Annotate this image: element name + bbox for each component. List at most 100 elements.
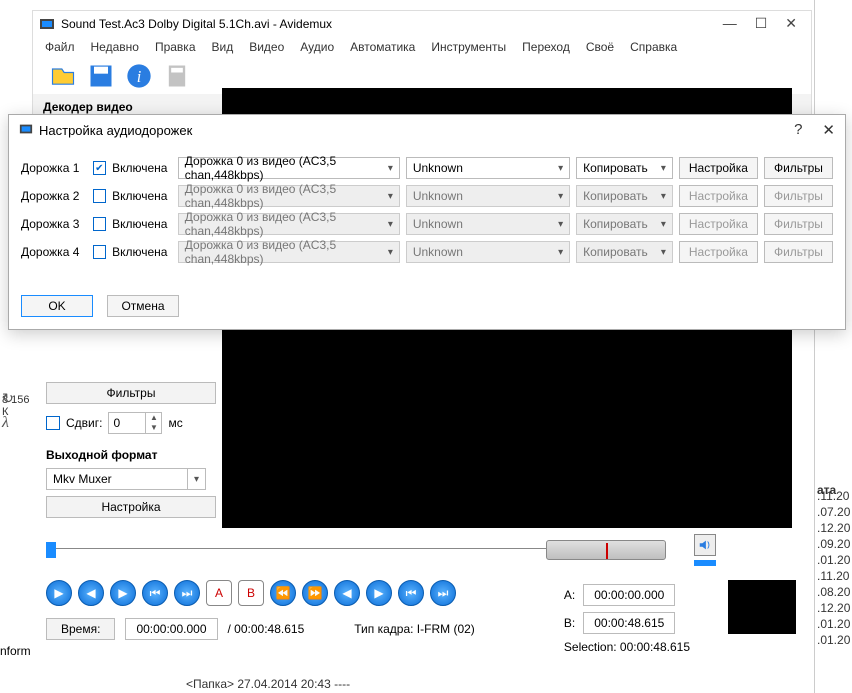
track-codec-select[interactable]: Копировать▾ [576,241,673,263]
chevron-down-icon: ▾ [558,191,563,202]
window-controls: — ☐ ✕ [723,15,805,32]
a-value[interactable]: 00:00:00.000 [583,584,675,606]
dialog-buttons: OK Отмена [9,283,845,329]
time-value[interactable]: 00:00:00.000 [125,618,217,640]
calc-icon[interactable] [163,62,191,90]
track-enabled-checkbox[interactable] [93,189,107,203]
ok-button[interactable]: OK [21,295,93,317]
track-language-select[interactable]: Unknown▾ [406,185,570,207]
track-enabled-checkbox[interactable] [93,245,107,259]
thumbnail-preview [728,580,796,634]
info-icon[interactable]: i [125,62,153,90]
set-b-button[interactable]: B [238,580,264,606]
filters-button[interactable]: Фильтры [46,382,216,404]
next-keyframe-button[interactable]: ⏭ [174,580,200,606]
lambda-icon: λ [2,414,9,432]
menu-edit[interactable]: Правка [155,40,196,54]
dialog-help-button[interactable]: ? [794,121,802,139]
configure-button[interactable]: Настройка [46,496,216,518]
menu-video[interactable]: Видео [249,40,284,54]
timeline[interactable] [46,540,806,558]
b-value[interactable]: 00:00:48.615 [583,612,675,634]
track-codec-select[interactable]: Копировать▾ [576,213,673,235]
chevron-down-icon: ▾ [558,219,563,230]
spin-up-icon[interactable]: ▲ [146,413,161,423]
shift-checkbox[interactable] [46,416,60,430]
menu-recent[interactable]: Недавно [91,40,139,54]
jog-wheel[interactable] [546,540,666,560]
shift-label: Сдвиг: [66,416,102,430]
track-configure-button: Настройка [679,241,758,263]
chevron-down-icon: ▾ [388,163,393,174]
prev-keyframe-button[interactable]: ⏮ [142,580,168,606]
open-icon[interactable] [49,62,77,90]
shift-unit: мс [168,416,182,430]
app-icon [39,16,55,32]
track-filters-button: Фильтры [764,241,833,263]
muxer-select[interactable]: Mkv Muxer ▾ [46,468,206,490]
dialog-title: Настройка аудиодорожек [39,123,794,138]
track-filters-button[interactable]: Фильтры [764,157,833,179]
last-frame-button[interactable]: ⏭ [430,580,456,606]
track-enabled-checkbox[interactable] [93,217,107,231]
next-frame-button[interactable]: ▶ [110,580,136,606]
track-configure-button: Настройка [679,213,758,235]
play-button[interactable]: ▶ [46,580,72,606]
time-button[interactable]: Время: [46,618,115,640]
track-codec-select[interactable]: Копировать▾ [576,157,673,179]
menu-view[interactable]: Вид [212,40,234,54]
cancel-button[interactable]: Отмена [107,295,179,317]
track-language-select[interactable]: Unknown▾ [406,241,570,263]
save-icon[interactable] [87,62,115,90]
track-codec-select[interactable]: Копировать▾ [576,185,673,207]
date-item: .08.20 [815,584,852,600]
track-language-select[interactable]: Unknown▾ [406,157,570,179]
a-label: A: [564,588,575,602]
track-source-select[interactable]: Дорожка 0 из видео (AC3,5 chan,448kbps)▾ [178,185,400,207]
first-frame-button[interactable]: ⏮ [398,580,424,606]
goto-b-button[interactable]: ⏩ [302,580,328,606]
chevron-down-icon: ▾ [661,247,666,258]
volume-slider[interactable] [694,560,716,566]
menu-file[interactable]: Файл [45,40,75,54]
next-black-button[interactable]: ▶ [366,580,392,606]
track-language-select[interactable]: Unknown▾ [406,213,570,235]
audio-tracks-dialog: Настройка аудиодорожек ? ✕ Дорожка 1 Вкл… [8,114,846,330]
menu-go[interactable]: Переход [522,40,570,54]
muxer-value: Mkv Muxer [53,472,112,486]
prev-black-button[interactable]: ◀ [334,580,360,606]
track-configure-button[interactable]: Настройка [679,157,758,179]
chevron-down-icon: ▾ [661,191,666,202]
track-label: Дорожка 1 [21,161,87,175]
track-row-3: Дорожка 3 Включена Дорожка 0 из видео (A… [21,213,833,235]
track-enabled-checkbox[interactable] [93,161,107,175]
maximize-button[interactable]: ☐ [755,15,768,32]
track-source-select[interactable]: Дорожка 0 из видео (AC3,5 chan,448kbps)▾ [178,157,400,179]
track-source-select[interactable]: Дорожка 0 из видео (AC3,5 chan,448kbps)▾ [178,213,400,235]
date-item: .12.20 [815,600,852,616]
spin-down-icon[interactable]: ▼ [146,423,161,433]
menu-tools[interactable]: Инструменты [431,40,506,54]
dialog-close-button[interactable]: ✕ [822,121,835,139]
timeline-cursor[interactable] [46,542,56,558]
set-a-button[interactable]: A [206,580,232,606]
titlebar: Sound Test.Ac3 Dolby Digital 5.1Ch.avi -… [33,11,811,36]
output-format-label: Выходной формат [46,448,216,462]
right-column: ата .11.20 .07.20 .12.20 .09.20 .01.20 .… [814,0,852,693]
date-item: .01.20 [815,552,852,568]
track-source-select[interactable]: Дорожка 0 из видео (AC3,5 chan,448kbps)▾ [178,241,400,263]
prev-frame-button[interactable]: ◀ [78,580,104,606]
minimize-button[interactable]: — [723,15,737,32]
duration-label: / 00:00:48.615 [228,622,305,636]
goto-a-button[interactable]: ⏪ [270,580,296,606]
menu-help[interactable]: Справка [630,40,677,54]
chevron-down-icon: ▾ [388,191,393,202]
speaker-icon[interactable] [694,534,716,556]
window-title: Sound Test.Ac3 Dolby Digital 5.1Ch.avi -… [61,17,723,31]
refresh-icon[interactable]: ↻ [2,390,14,407]
menu-audio[interactable]: Аудио [300,40,334,54]
menu-custom[interactable]: Своё [586,40,614,54]
shift-input[interactable]: 0 ▲▼ [108,412,162,434]
close-button[interactable]: ✕ [785,15,797,32]
menu-auto[interactable]: Автоматика [350,40,415,54]
